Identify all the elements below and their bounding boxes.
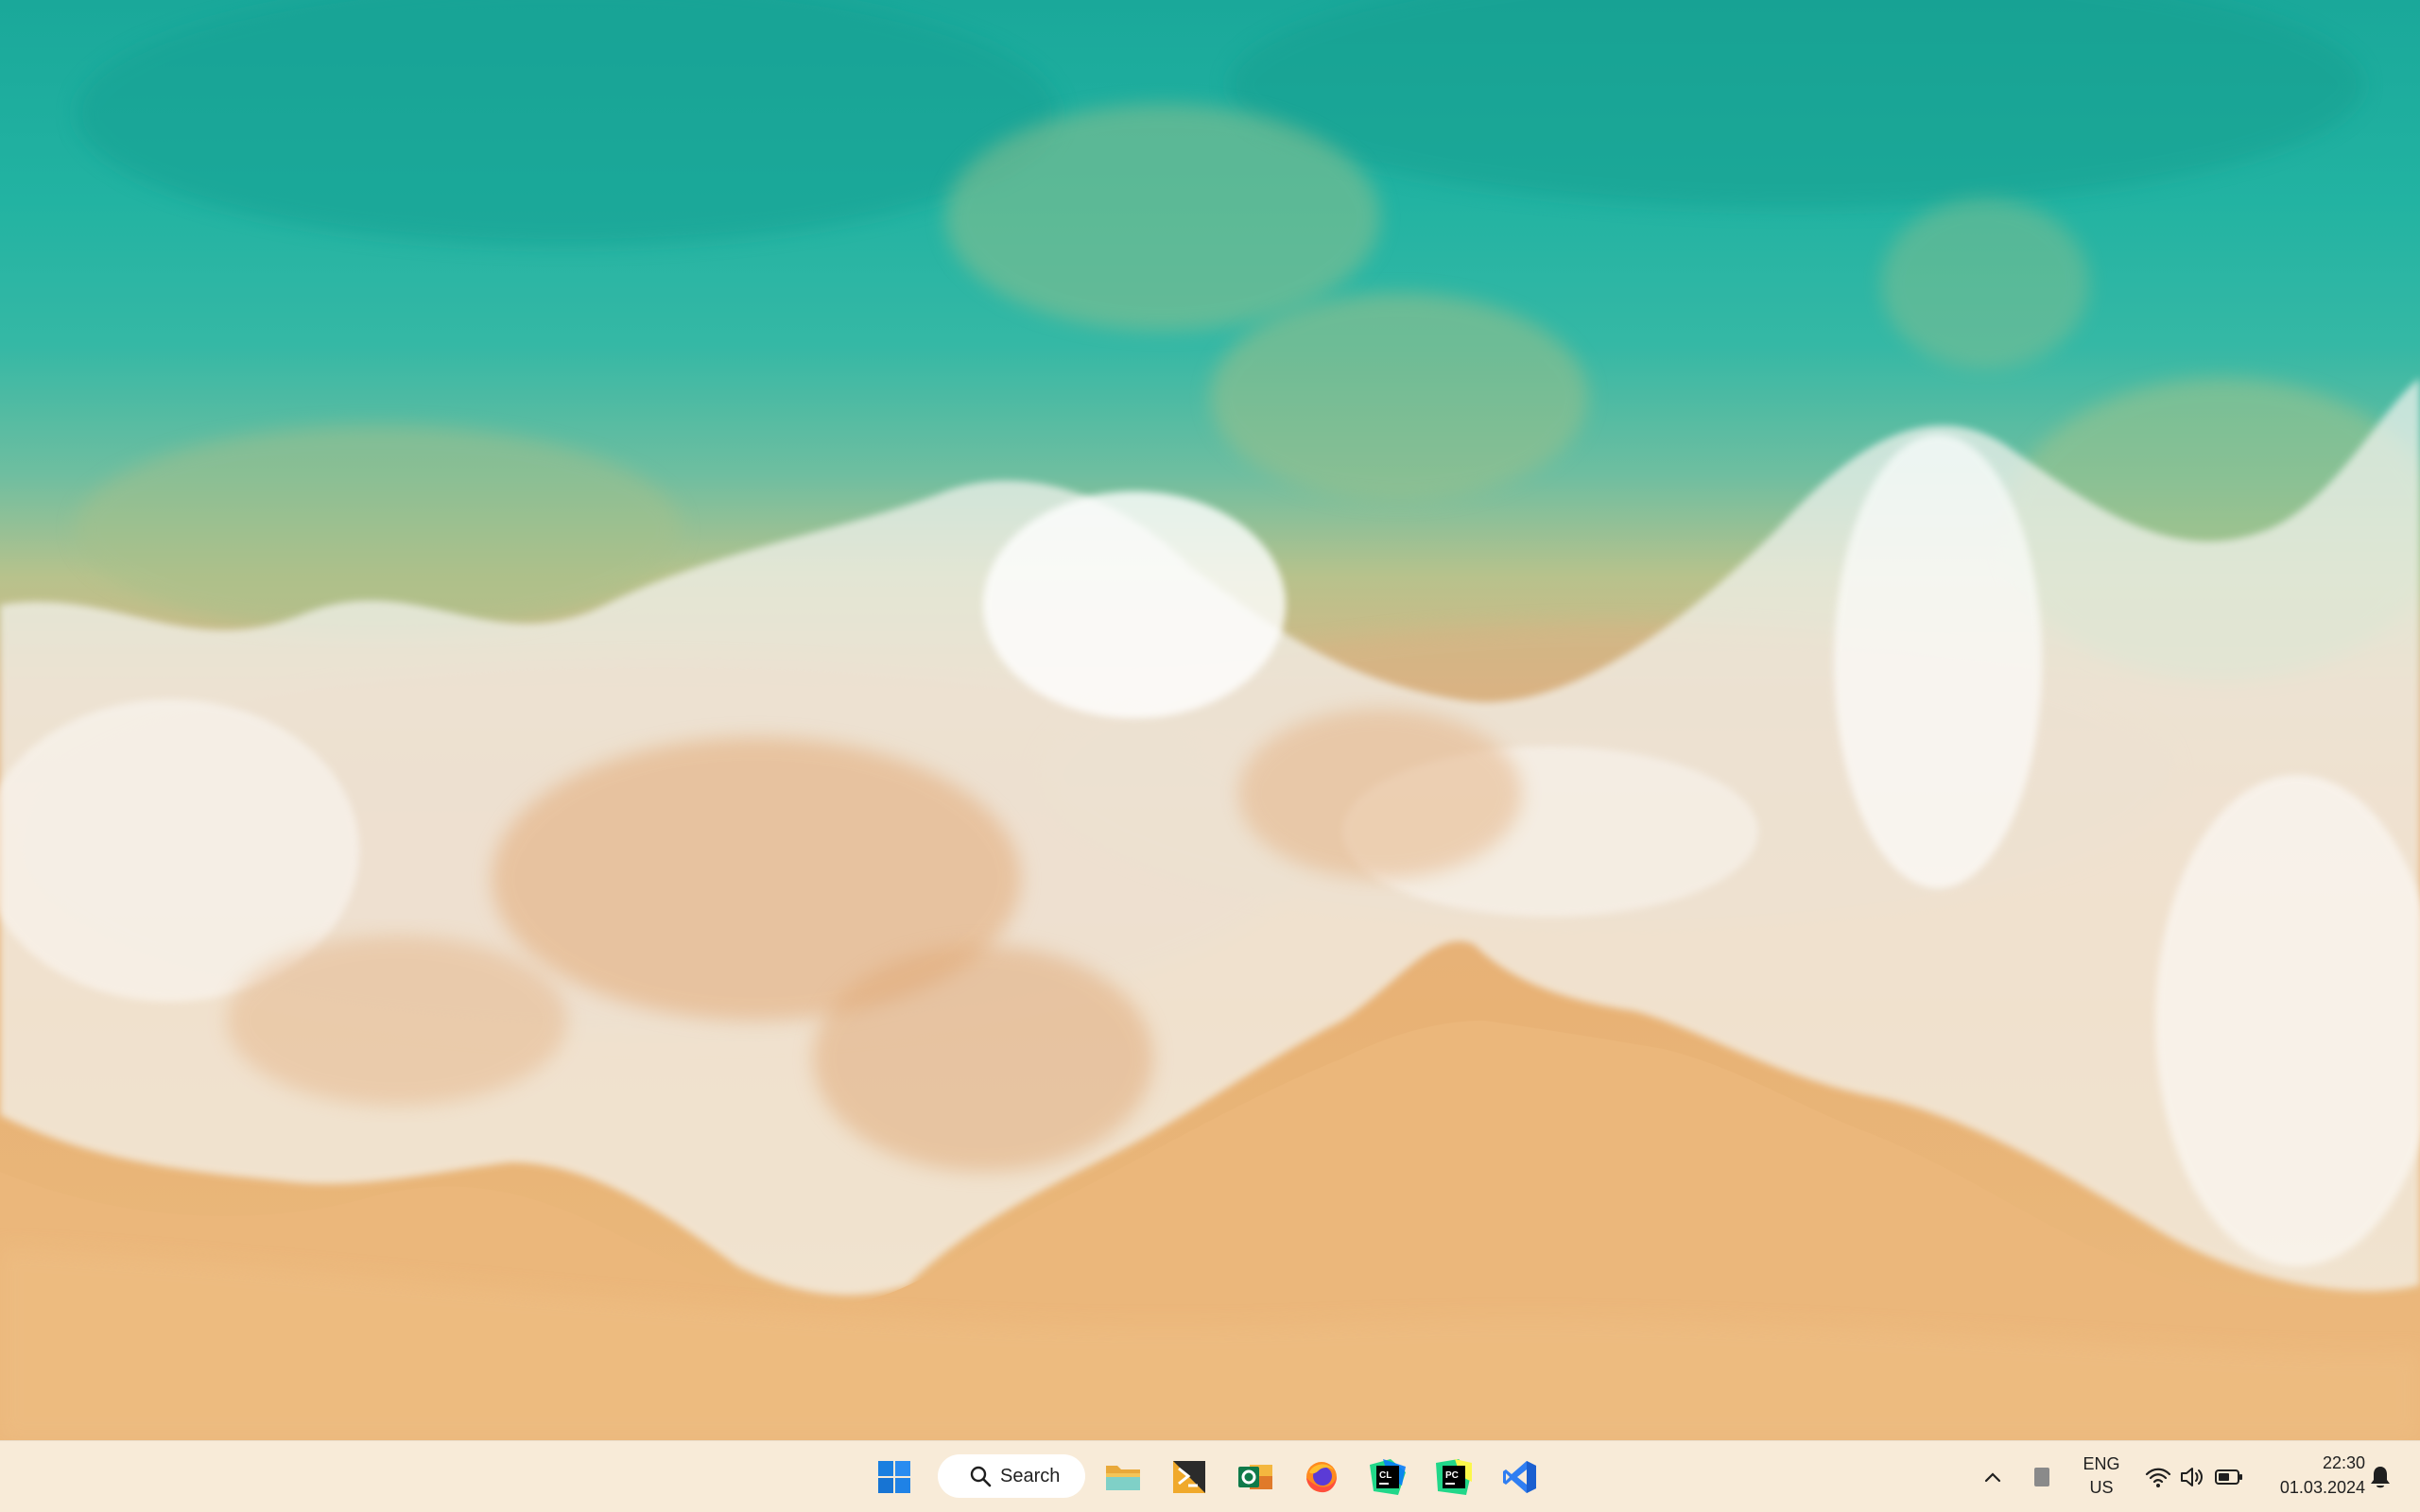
beach-waves-wallpaper xyxy=(0,0,2420,1440)
firefox-icon xyxy=(1306,1462,1337,1493)
svg-text:CL: CL xyxy=(1379,1470,1392,1481)
firefox-button[interactable] xyxy=(1299,1454,1344,1500)
svg-text:PC: PC xyxy=(1445,1470,1459,1481)
chevron-up-icon[interactable] xyxy=(1979,1464,2006,1490)
outlook-button[interactable] xyxy=(1233,1454,1278,1500)
bell-icon[interactable] xyxy=(2367,1464,2394,1492)
search-label: Search xyxy=(1000,1465,1061,1486)
pycharm-button[interactable]: PC xyxy=(1431,1454,1477,1500)
pycharm-icon: PC xyxy=(1436,1459,1472,1495)
outlook-icon xyxy=(1238,1465,1272,1489)
clock-time: 22:30 xyxy=(2322,1453,2365,1472)
language-indicator[interactable]: ENG US xyxy=(2076,1452,2127,1502)
battery-icon[interactable] xyxy=(2214,1466,2244,1488)
taskbar: Search CL PC ENG US 22:30 01.03.2024 xyxy=(0,1440,2420,1512)
visual-studio-button[interactable] xyxy=(1497,1454,1543,1500)
clion-icon: CL xyxy=(1370,1459,1406,1495)
clion-button[interactable]: CL xyxy=(1365,1454,1410,1500)
start-button[interactable] xyxy=(872,1454,917,1500)
file-explorer-icon xyxy=(1106,1466,1140,1490)
powershell-button[interactable] xyxy=(1167,1454,1212,1500)
windows-logo-icon xyxy=(878,1461,910,1493)
language-code: ENG xyxy=(2083,1454,2120,1473)
search-icon xyxy=(970,1466,992,1487)
desktop-wallpaper xyxy=(0,0,2420,1440)
visual-studio-icon xyxy=(1503,1461,1536,1493)
wifi-icon[interactable] xyxy=(2144,1464,2172,1490)
file-explorer-button[interactable] xyxy=(1100,1454,1146,1500)
powershell-icon xyxy=(1173,1461,1205,1493)
language-region: US xyxy=(2089,1478,2114,1497)
search-box[interactable]: Search xyxy=(938,1454,1085,1498)
volume-icon[interactable] xyxy=(2178,1464,2204,1490)
tray-app-icon[interactable] xyxy=(2031,1464,2053,1490)
clock-date: 01.03.2024 xyxy=(2279,1478,2365,1497)
clock[interactable]: 22:30 01.03.2024 xyxy=(2256,1451,2365,1503)
